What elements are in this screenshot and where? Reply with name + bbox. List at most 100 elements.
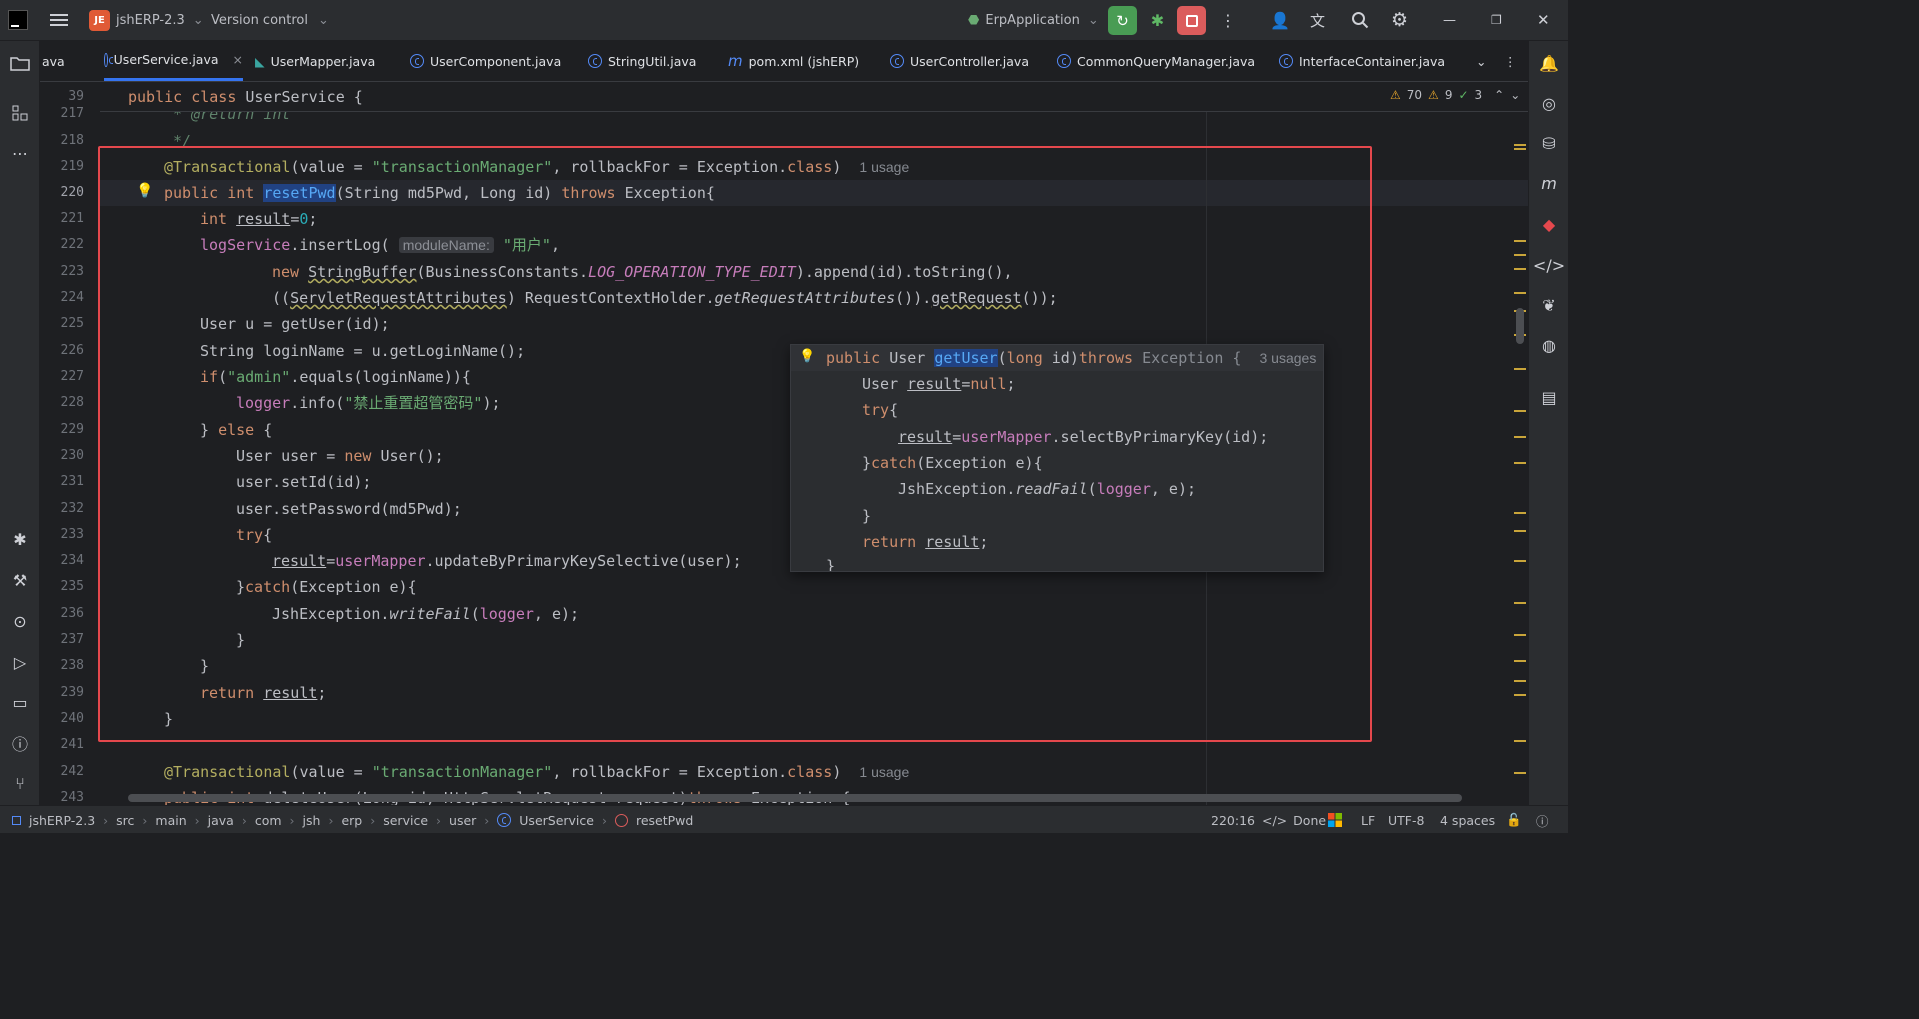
vcs-menu[interactable]: Version control ⌄ bbox=[211, 0, 329, 40]
terminal-icon[interactable]: ▭ bbox=[8, 690, 32, 714]
line-number: 229 bbox=[60, 422, 84, 437]
breadcrumb-item[interactable]: resetPwd bbox=[636, 813, 693, 828]
notifications-icon[interactable]: ⓘ bbox=[1536, 806, 1549, 834]
next-issue-icon[interactable]: ⌄ bbox=[1510, 88, 1520, 102]
leaf-icon[interactable]: ❦ bbox=[1537, 293, 1561, 317]
class-icon bbox=[890, 54, 904, 68]
scroll-marker bbox=[1514, 602, 1526, 604]
tab-stringutil[interactable]: StringUtil.java bbox=[588, 41, 696, 81]
debug-tool-icon[interactable]: ✱ bbox=[8, 527, 32, 551]
git-branch-icon[interactable]: ⑂ bbox=[8, 771, 32, 795]
chevron-down-icon: ⌄ bbox=[1087, 12, 1099, 28]
globe-icon[interactable]: ◍ bbox=[1537, 333, 1561, 357]
debug-button[interactable]: ✱ bbox=[1143, 6, 1172, 35]
breadcrumb-item[interactable]: service bbox=[383, 813, 428, 828]
tab-list-chevron-icon[interactable]: ⌄ bbox=[1476, 41, 1486, 81]
breadcrumb-item[interactable]: main bbox=[155, 813, 186, 828]
line-number: 235 bbox=[60, 579, 84, 594]
breadcrumb-item[interactable]: java bbox=[208, 813, 234, 828]
tab-more-icon[interactable]: ⋮ bbox=[1504, 41, 1517, 81]
line-number: 231 bbox=[60, 474, 84, 489]
maven-icon[interactable]: m bbox=[1537, 171, 1561, 195]
breadcrumb-item[interactable]: erp bbox=[341, 813, 362, 828]
chevron-right-icon: › bbox=[194, 812, 200, 828]
ai-assistant-icon[interactable]: ◎ bbox=[1537, 91, 1561, 115]
rerun-button[interactable]: ↻ bbox=[1108, 6, 1137, 35]
scroll-marker bbox=[1514, 740, 1526, 742]
ai-status[interactable]: </> Done bbox=[1262, 806, 1326, 834]
line-number: 221 bbox=[60, 211, 84, 226]
caret-position[interactable]: 220:16 bbox=[1211, 806, 1255, 834]
search-icon[interactable] bbox=[1351, 0, 1369, 40]
translate-icon[interactable]: 文 bbox=[1310, 0, 1325, 40]
scroll-marker bbox=[1514, 436, 1526, 438]
breadcrumb-item[interactable]: user bbox=[449, 813, 476, 828]
chevron-down-icon: ⌄ bbox=[192, 12, 204, 28]
file-encoding[interactable]: UTF-8 bbox=[1388, 806, 1424, 834]
more-tools-icon[interactable]: ⋯ bbox=[8, 141, 32, 165]
vertical-scrollbar-thumb[interactable] bbox=[1516, 308, 1524, 344]
chevron-right-icon: › bbox=[103, 812, 109, 828]
close-tab-icon[interactable]: × bbox=[233, 52, 243, 67]
line-number: 222 bbox=[60, 237, 84, 252]
tab-commonquerymanager[interactable]: CommonQueryManager.java bbox=[1057, 41, 1255, 81]
close-window-button[interactable]: ✕ bbox=[1537, 0, 1550, 40]
breadcrumb-item[interactable]: jshERP-2.3 bbox=[29, 813, 95, 828]
indent-setting[interactable]: 4 spaces bbox=[1440, 806, 1495, 834]
database-icon[interactable]: ⛁ bbox=[1537, 131, 1561, 155]
tab-usercontroller[interactable]: UserController.java bbox=[890, 41, 1029, 81]
breadcrumb-item[interactable]: UserService bbox=[519, 813, 594, 828]
build-hammer-icon[interactable]: ⚒ bbox=[8, 568, 32, 592]
string-literal: "transactionManager" bbox=[371, 763, 553, 781]
tab-prev-overflow[interactable]: ava bbox=[42, 41, 65, 81]
project-folder-icon[interactable] bbox=[8, 51, 32, 75]
line-separator[interactable]: LF bbox=[1361, 806, 1375, 834]
chevron-right-icon: › bbox=[484, 812, 490, 828]
add-user-icon[interactable]: 👤 bbox=[1270, 0, 1290, 40]
horizontal-scrollbar-thumb[interactable] bbox=[128, 794, 1462, 802]
structure-icon[interactable] bbox=[8, 101, 32, 125]
more-actions-icon[interactable]: ⋮ bbox=[1220, 0, 1236, 40]
breadcrumb-item[interactable]: jsh bbox=[303, 813, 321, 828]
tab-label: InterfaceContainer.java bbox=[1299, 53, 1446, 69]
line-number: 225 bbox=[60, 316, 84, 331]
inspection-widget[interactable]: ⚠ 70 ⚠ 9 ✓ 3 ⌃ ⌄ bbox=[1390, 88, 1520, 102]
minimize-button[interactable]: — bbox=[1443, 0, 1456, 40]
breadcrumb-item[interactable]: src bbox=[116, 813, 134, 828]
tab-pom[interactable]: m pom.xml (jshERP) bbox=[728, 41, 859, 81]
problems-icon[interactable]: ⓘ bbox=[8, 731, 32, 755]
ai-status-label: Done bbox=[1293, 812, 1327, 828]
usage-hint[interactable]: 1 usage bbox=[859, 764, 909, 780]
project-switcher[interactable]: JE jshERP-2.3 ⌄ bbox=[89, 0, 204, 40]
translation-book-icon[interactable]: ▤ bbox=[1537, 385, 1561, 409]
code-editor[interactable]: 217 218 219 220 221 222 223 224 225 226 … bbox=[40, 82, 1528, 805]
stop-button[interactable] bbox=[1177, 6, 1206, 35]
sticky-scroll-header[interactable]: 39 public class UserService { ⚠ 70 ⚠ 9 ✓ 3 … bbox=[68, 82, 1528, 112]
title-bar: JE jshERP-2.3 ⌄ Version control ⌄ ⬣ ErpA… bbox=[0, 0, 1568, 41]
prev-issue-icon[interactable]: ⌃ bbox=[1494, 88, 1504, 102]
settings-gear-icon[interactable]: ⚙ bbox=[1391, 0, 1408, 40]
main-menu-button[interactable] bbox=[50, 0, 68, 40]
highlight-annotation-box bbox=[98, 146, 1372, 742]
tab-usermapper[interactable]: ◣ UserMapper.java bbox=[255, 41, 375, 81]
hamburger-icon bbox=[50, 14, 68, 26]
services-icon[interactable]: ⊙ bbox=[8, 609, 32, 633]
endpoints-icon[interactable]: </> bbox=[1533, 253, 1565, 277]
run-tool-icon[interactable]: ▷ bbox=[8, 650, 32, 674]
line-number: 223 bbox=[60, 264, 84, 279]
code-brackets-icon: </> bbox=[1262, 812, 1288, 828]
project-name: jshERP-2.3 bbox=[116, 12, 185, 28]
tab-interfacecontainer[interactable]: InterfaceContainer.java bbox=[1279, 41, 1445, 81]
restore-button[interactable]: ❐ bbox=[1491, 0, 1502, 40]
tab-usercomponent[interactable]: UserComponent.java bbox=[410, 41, 561, 81]
windows-logo-icon[interactable] bbox=[1328, 806, 1342, 834]
tab-userservice[interactable]: UserService.java × bbox=[104, 41, 243, 81]
line-number: 224 bbox=[60, 290, 84, 305]
scroll-marker bbox=[1514, 368, 1526, 370]
app-logo-icon[interactable] bbox=[8, 0, 28, 40]
breadcrumb-item[interactable]: com bbox=[255, 813, 282, 828]
run-config-selector[interactable]: ⬣ ErpApplication ⌄ bbox=[968, 0, 1099, 40]
read-only-lock-icon[interactable]: 🔓 bbox=[1506, 806, 1522, 834]
notifications-bell-icon[interactable]: 🔔 bbox=[1537, 51, 1561, 75]
plugin-bird-icon[interactable]: ◆ bbox=[1537, 212, 1561, 236]
